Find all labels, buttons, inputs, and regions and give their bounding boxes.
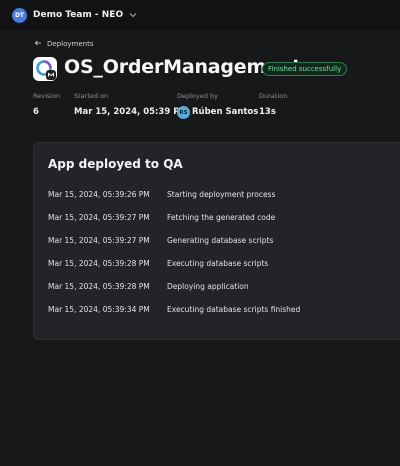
breadcrumb-deployments-link[interactable]: Deployments <box>47 40 93 48</box>
revision-label: Revision <box>33 92 61 100</box>
started-on-label: Started on <box>74 92 109 100</box>
app-icon <box>33 57 57 81</box>
log-message: Starting deployment process <box>167 190 276 199</box>
arrow-left-icon[interactable] <box>34 39 42 48</box>
deployment-log-card: App deployed to QA Mar 15, 2024, 05:39:2… <box>33 142 400 340</box>
log-timestamp: Mar 15, 2024, 05:39:34 PM <box>48 305 150 314</box>
log-timestamp: Mar 15, 2024, 05:39:28 PM <box>48 282 150 291</box>
deployed-by-value: Rúben Santos <box>192 107 259 117</box>
log-message: Fetching the generated code <box>167 213 276 222</box>
log-message: Generating database scripts <box>167 236 274 245</box>
log-message: Executing database scripts <box>167 259 269 268</box>
log-timestamp: Mar 15, 2024, 05:39:26 PM <box>48 190 150 199</box>
log-timestamp: Mar 15, 2024, 05:39:27 PM <box>48 236 150 245</box>
log-timestamp: Mar 15, 2024, 05:39:27 PM <box>48 213 150 222</box>
duration-value: 13s <box>259 107 276 117</box>
deployer-avatar: RS <box>177 106 190 119</box>
log-timestamp: Mar 15, 2024, 05:39:28 PM <box>48 259 150 268</box>
log-message: Executing database scripts finished <box>167 305 301 314</box>
deployed-by-label: Deployed by <box>177 92 218 100</box>
log-message: Deploying application <box>167 282 249 291</box>
started-on-value: Mar 15, 2024, 05:39 PM <box>74 107 188 117</box>
chevron-down-icon[interactable] <box>129 11 137 20</box>
log-entry: Mar 15, 2024, 05:39:26 PM Starting deploy… <box>48 190 275 199</box>
log-title: App deployed to QA <box>48 157 183 171</box>
log-entry: Mar 15, 2024, 05:39:34 PM Executing datab… <box>48 305 300 314</box>
revision-value: 6 <box>33 107 39 117</box>
status-badge: Finished successfully <box>262 62 348 76</box>
top-bar: DT Demo Team - NEO <box>0 0 400 30</box>
team-avatar[interactable]: DT <box>12 7 27 23</box>
duration-label: Duration <box>259 92 288 100</box>
breadcrumb[interactable]: Deployments <box>34 39 93 48</box>
log-entry: Mar 15, 2024, 05:39:28 PM Executing datab… <box>48 259 268 268</box>
log-entry: Mar 15, 2024, 05:39:28 PM Deploying appli… <box>48 282 249 291</box>
log-entry: Mar 15, 2024, 05:39:27 PM Fetching the ge… <box>48 213 275 222</box>
team-selector[interactable]: Demo Team - NEO <box>33 10 123 20</box>
log-entry: Mar 15, 2024, 05:39:27 PM Generating data… <box>48 236 273 245</box>
